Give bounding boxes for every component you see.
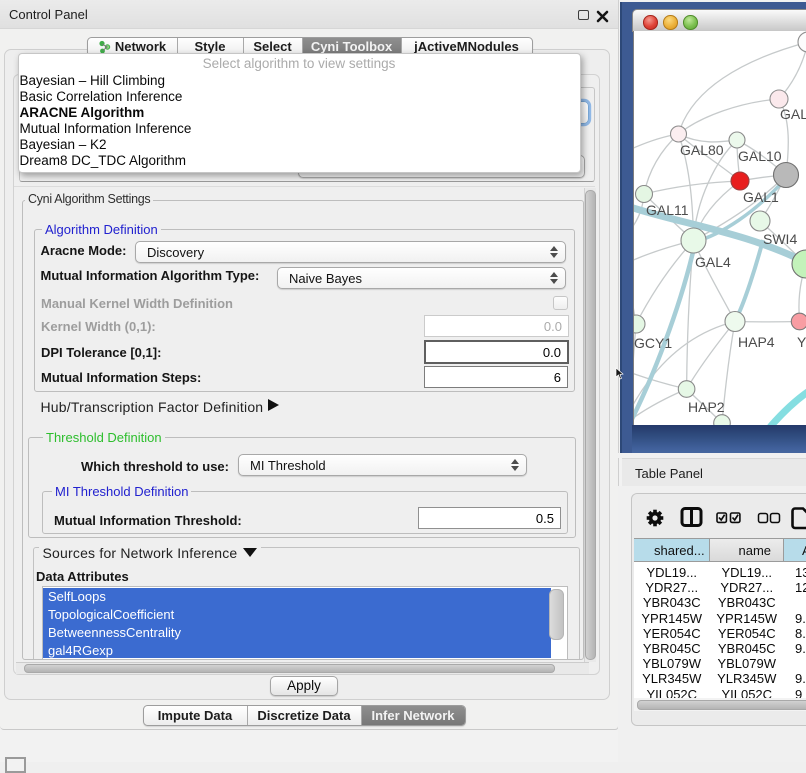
svg-text:GAL11: GAL11 (646, 202, 689, 218)
svg-text:HAP4: HAP4 (738, 334, 775, 350)
svg-text:HAP2: HAP2 (688, 399, 725, 415)
svg-text:GAL10: GAL10 (738, 148, 782, 164)
svg-text:GAL1: GAL1 (743, 189, 779, 205)
svg-text:Y: Y (797, 334, 806, 350)
svg-text:GAL80: GAL80 (680, 142, 724, 158)
svg-text:SWI4: SWI4 (763, 231, 797, 247)
svg-text:GAL7: GAL7 (780, 106, 806, 122)
svg-text:GCY1: GCY1 (634, 335, 672, 351)
svg-text:GAL4: GAL4 (695, 254, 731, 270)
